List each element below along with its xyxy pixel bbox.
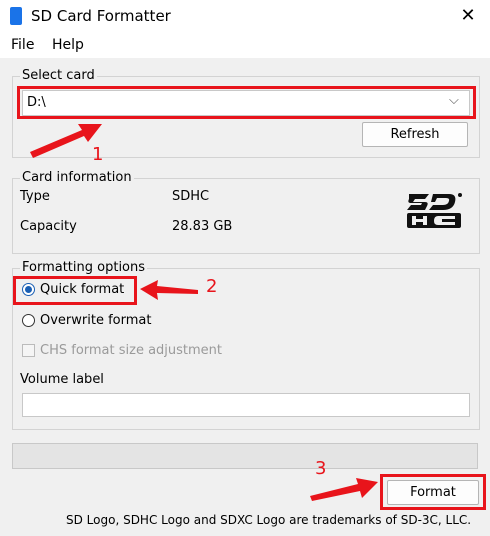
type-label: Type (20, 189, 50, 204)
sd-card-icon (10, 7, 22, 25)
annotation-arrow-3 (310, 478, 378, 501)
trademark-footer: SD Logo, SDHC Logo and SDXC Logo are tra… (66, 513, 472, 527)
annotation-arrow-2 (140, 280, 198, 300)
annotation-box-1 (17, 86, 476, 119)
overwrite-format-label[interactable]: Overwrite format (40, 313, 151, 328)
refresh-button[interactable]: Refresh (362, 122, 468, 147)
chs-adjust-checkbox[interactable] (22, 344, 35, 357)
format-button[interactable]: Format (387, 480, 479, 505)
card-info-legend: Card information (20, 170, 134, 185)
progress-bar (12, 443, 478, 469)
volume-label-input[interactable] (22, 393, 470, 417)
annotation-number-1: 1 (92, 144, 104, 165)
annotation-number-2: 2 (206, 276, 218, 297)
volume-label-caption: Volume label (20, 372, 104, 387)
formatting-options-legend: Formatting options (20, 260, 148, 275)
close-button[interactable]: ✕ (458, 6, 478, 26)
chs-adjust-label: CHS format size adjustment (40, 343, 223, 358)
annotation-box-2 (13, 276, 137, 305)
overwrite-format-radio[interactable] (22, 314, 35, 327)
menu-file[interactable]: File (11, 37, 34, 53)
capacity-value: 28.83 GB (172, 219, 233, 234)
type-value: SDHC (172, 189, 210, 204)
capacity-label: Capacity (20, 219, 77, 234)
window-title: SD Card Formatter (31, 7, 171, 25)
sdhc-logo (407, 193, 462, 228)
menu-help[interactable]: Help (52, 37, 84, 53)
select-card-legend: Select card (20, 68, 97, 83)
